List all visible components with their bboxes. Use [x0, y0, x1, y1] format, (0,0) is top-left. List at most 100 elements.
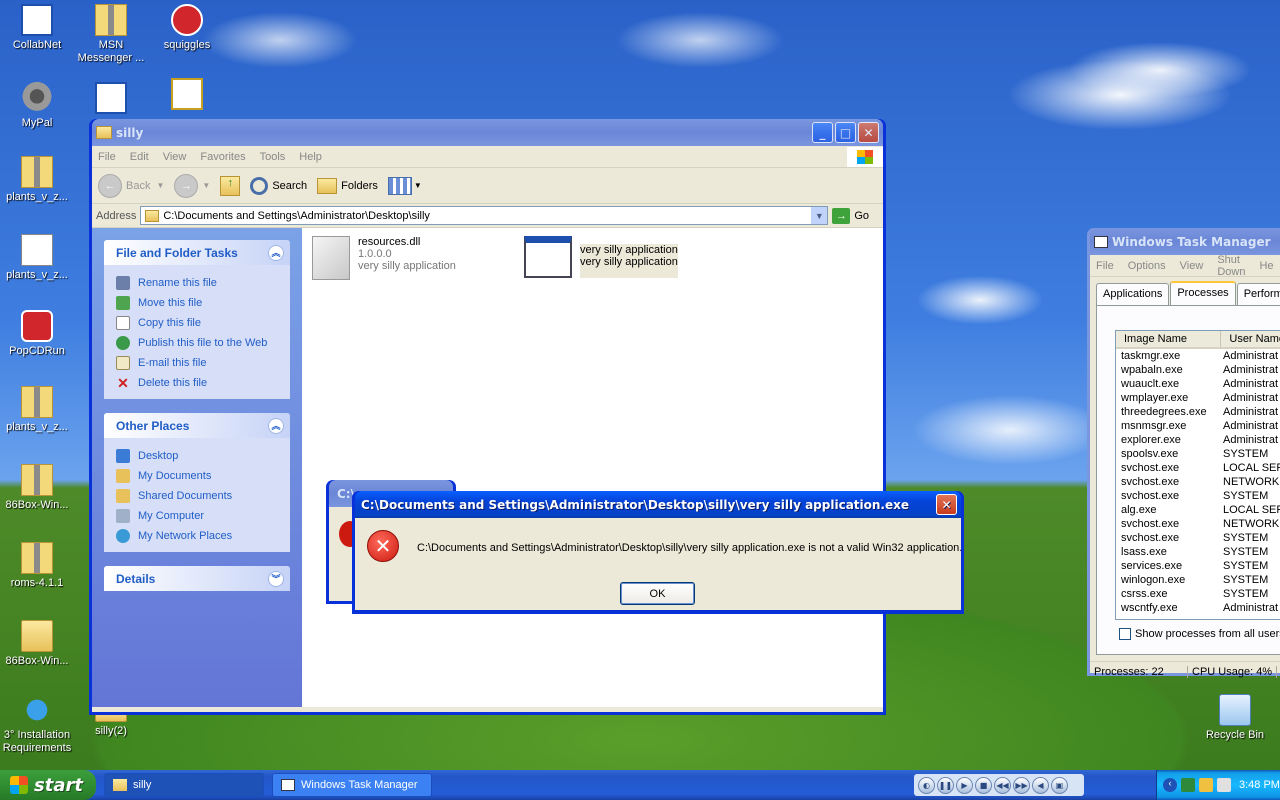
process-row[interactable]: threedegrees.exe Administrat	[1116, 405, 1280, 419]
collapse-chevron-icon[interactable]: ︽	[268, 244, 284, 261]
menu-file[interactable]: File	[1096, 260, 1114, 272]
desktop-icon-setup[interactable]	[148, 78, 226, 113]
collapse-chevron-icon[interactable]: ︽	[268, 417, 284, 434]
play-icon[interactable]: ▶	[956, 776, 973, 794]
forward-button[interactable]: → ▼	[174, 173, 210, 198]
desktop-icon-collabnet[interactable]: CollabNet	[0, 4, 76, 52]
tab-applications[interactable]: Applications	[1096, 283, 1170, 305]
process-row[interactable]: svchost.exe NETWORK	[1116, 475, 1280, 489]
volume-icon[interactable]: ◀	[1032, 776, 1049, 794]
minimize-button[interactable]: _	[812, 122, 833, 143]
menu-file[interactable]: File	[98, 151, 116, 163]
menu-help[interactable]: Help	[299, 151, 322, 163]
explorer-titlebar[interactable]: silly _ □ ✕	[92, 119, 883, 146]
file-item-resources-dll[interactable]: resources.dll 1.0.0.0 very silly applicati…	[312, 236, 456, 280]
menu-view[interactable]: View	[1180, 260, 1204, 272]
rename-file-link[interactable]: Rename this file	[116, 273, 278, 293]
process-row[interactable]: explorer.exe Administrat	[1116, 433, 1280, 447]
show-all-processes-checkbox[interactable]: Show processes from all users	[1119, 628, 1280, 640]
go-button[interactable]: → Go	[832, 207, 869, 224]
process-row[interactable]: lsass.exe SYSTEM	[1116, 545, 1280, 559]
process-row[interactable]: wscntfy.exe Administrat	[1116, 601, 1280, 615]
process-row[interactable]: csrss.exe SYSTEM	[1116, 587, 1280, 601]
process-row[interactable]: svchost.exe NETWORK	[1116, 517, 1280, 531]
column-user-name[interactable]: User Name	[1221, 331, 1280, 347]
pause-icon[interactable]: ❚❚	[937, 776, 954, 794]
address-input[interactable]: C:\Documents and Settings\Administrator\…	[140, 206, 829, 225]
email-file-link[interactable]: E-mail this file	[116, 353, 278, 373]
taskbar-item-silly[interactable]: silly	[104, 773, 264, 797]
tray-network-icon[interactable]	[1181, 778, 1195, 792]
previous-icon[interactable]: ◀◀	[994, 776, 1011, 794]
desktop-icon-popcdrun[interactable]: PopCDRun	[0, 310, 76, 358]
process-row[interactable]: winlogon.exe SYSTEM	[1116, 573, 1280, 587]
process-row[interactable]: msnmsgr.exe Administrat	[1116, 419, 1280, 433]
my-network-places-link[interactable]: My Network Places	[116, 526, 278, 546]
task-manager-titlebar[interactable]: Windows Task Manager	[1090, 228, 1280, 255]
delete-file-link[interactable]: ✕ Delete this file	[116, 373, 278, 393]
menu-edit[interactable]: Edit	[130, 151, 149, 163]
desktop-icon-plants-2[interactable]: plants_v_z...	[0, 234, 76, 282]
next-icon[interactable]: ▶▶	[1013, 776, 1030, 794]
clock[interactable]: 3:48 PM	[1239, 779, 1280, 791]
menu-shut-down[interactable]: Shut Down	[1217, 254, 1245, 278]
process-row[interactable]: wuauclt.exe Administrat	[1116, 377, 1280, 391]
process-row[interactable]: svchost.exe LOCAL SER	[1116, 461, 1280, 475]
other-places-header[interactable]: Other Places ︽	[104, 413, 290, 438]
ok-button[interactable]: OK	[620, 582, 695, 605]
address-dropdown-button[interactable]: ▼	[811, 207, 828, 224]
desktop-icon-squiggles[interactable]: squiggles	[148, 4, 226, 52]
process-row[interactable]: services.exe SYSTEM	[1116, 559, 1280, 573]
process-row[interactable]: wpabaln.exe Administrat	[1116, 363, 1280, 377]
desktop-icon-86box-1[interactable]: 86Box-Win...	[0, 464, 76, 512]
desktop-icon-app[interactable]	[72, 82, 150, 117]
desktop-icon-recycle-bin[interactable]: Recycle Bin	[1196, 694, 1274, 742]
process-row[interactable]: taskmgr.exe Administrat	[1116, 349, 1280, 363]
menu-help[interactable]: He	[1259, 260, 1273, 272]
desktop-icon-roms[interactable]: roms-4.1.1	[0, 542, 76, 590]
close-button[interactable]: ✕	[858, 122, 879, 143]
process-row[interactable]: spoolsv.exe SYSTEM	[1116, 447, 1280, 461]
process-row[interactable]: wmplayer.exe Administrat	[1116, 391, 1280, 405]
start-button[interactable]: start	[0, 770, 96, 800]
publish-file-link[interactable]: Publish this file to the Web	[116, 333, 278, 353]
desktop-icon-installation-requirements[interactable]: 3° Installation Requirements	[0, 694, 76, 755]
file-item-very-silly-application[interactable]: very silly application very silly applica…	[524, 236, 678, 278]
checkbox-box[interactable]	[1119, 628, 1131, 640]
move-file-link[interactable]: Move this file	[116, 293, 278, 313]
tray-messenger-icon[interactable]	[1199, 778, 1213, 792]
desktop-icon-msn-messenger[interactable]: MSN Messenger ...	[72, 4, 150, 65]
menu-tools[interactable]: Tools	[260, 151, 286, 163]
up-button[interactable]: ↑	[220, 175, 241, 196]
expand-chevron-icon[interactable]: ︾	[268, 570, 284, 587]
process-row[interactable]: alg.exe LOCAL SER	[1116, 503, 1280, 517]
maximize-button[interactable]: □	[835, 122, 856, 143]
menu-options[interactable]: Options	[1128, 260, 1166, 272]
copy-file-link[interactable]: Copy this file	[116, 313, 278, 333]
process-row[interactable]: svchost.exe SYSTEM	[1116, 531, 1280, 545]
media-player-icon[interactable]: ◐	[918, 776, 935, 794]
column-image-name[interactable]: Image Name	[1116, 331, 1222, 347]
views-button[interactable]: ▼	[387, 176, 422, 195]
back-button[interactable]: ← Back ▼	[98, 173, 164, 198]
process-row[interactable]: svchost.exe SYSTEM	[1116, 489, 1280, 503]
my-computer-link[interactable]: My Computer	[116, 506, 278, 526]
desktop-link[interactable]: Desktop	[116, 446, 278, 466]
desktop-icon-plants-3[interactable]: plants_v_z...	[0, 386, 76, 434]
shared-documents-link[interactable]: Shared Documents	[116, 486, 278, 506]
error-dialog-titlebar[interactable]: C:\Documents and Settings\Administrator\…	[355, 491, 961, 518]
restore-icon[interactable]: ▣	[1051, 776, 1068, 794]
search-button[interactable]: Search	[250, 176, 307, 195]
desktop-icon-mypal[interactable]: MyPal	[0, 82, 76, 130]
desktop-icon-86box-2[interactable]: 86Box-Win...	[0, 620, 76, 668]
tab-performance[interactable]: Performan	[1236, 283, 1280, 305]
stop-icon[interactable]: ■	[975, 776, 992, 794]
details-header[interactable]: Details ︾	[104, 566, 290, 591]
tab-processes[interactable]: Processes	[1170, 281, 1236, 305]
close-button[interactable]: ✕	[936, 494, 957, 515]
tray-volume-icon[interactable]	[1217, 778, 1231, 792]
desktop-icon-plants-1[interactable]: plants_v_z...	[0, 156, 76, 204]
folders-button[interactable]: Folders	[317, 177, 378, 194]
my-documents-link[interactable]: My Documents	[116, 466, 278, 486]
taskbar-item-task-manager[interactable]: Windows Task Manager	[272, 773, 432, 797]
